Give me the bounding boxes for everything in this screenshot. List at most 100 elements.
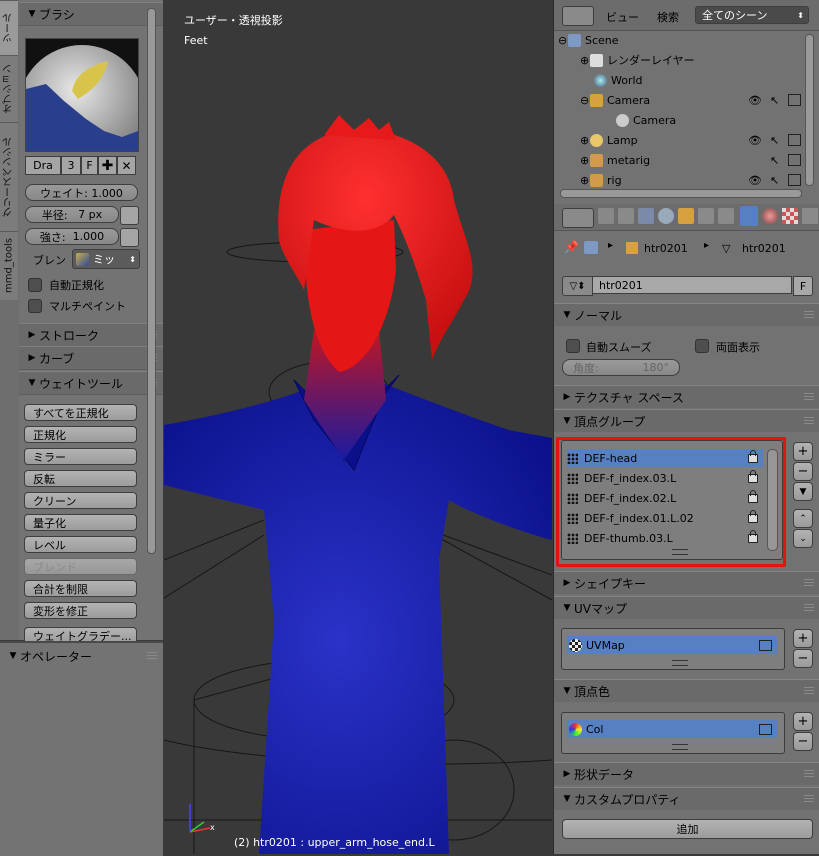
physics-tab-icon[interactable] bbox=[802, 208, 818, 224]
add-vertex-group-button[interactable]: + bbox=[793, 442, 813, 461]
section-normals-header[interactable]: ▼ ノーマル bbox=[554, 303, 819, 326]
fix-deforms-button[interactable]: 変形を修正 bbox=[24, 602, 137, 619]
list-resize-grip-icon[interactable] bbox=[672, 660, 688, 666]
invert-button[interactable]: 反転 bbox=[24, 470, 137, 487]
selectable-cursor-icon[interactable]: ↖ bbox=[770, 154, 779, 167]
section-vertex-groups-header[interactable]: ▼ 頂点グループ bbox=[554, 409, 819, 432]
normalize-all-button[interactable]: すべてを正規化 bbox=[24, 404, 137, 421]
section-geometry-data-header[interactable]: ▶ 形状データ bbox=[554, 762, 819, 785]
expand-icon[interactable]: ⊕ bbox=[580, 134, 590, 147]
object-tab-icon[interactable] bbox=[678, 208, 694, 224]
blend-mode-dropdown[interactable]: ミッ ⬍ bbox=[72, 249, 140, 269]
remove-uv-map-button[interactable]: − bbox=[793, 649, 813, 668]
visibility-eye-icon[interactable]: 👁 bbox=[748, 174, 762, 187]
vertex-color-item[interactable]: Col bbox=[567, 720, 777, 738]
renderable-camera-icon[interactable] bbox=[788, 154, 801, 166]
outliner-row-scene[interactable]: ⊖ Scene bbox=[558, 30, 808, 50]
render-tab-icon[interactable] bbox=[598, 208, 614, 224]
section-shape-keys-header[interactable]: ▶ シェイプキー bbox=[554, 571, 819, 594]
panel-curve-header[interactable]: ▶ カーブ bbox=[19, 346, 163, 370]
pressure-radius-icon[interactable] bbox=[120, 206, 139, 225]
panel-grip-icon[interactable] bbox=[804, 795, 814, 802]
collapse-icon[interactable]: ⊖ bbox=[558, 34, 568, 47]
remove-vertex-group-button[interactable]: − bbox=[793, 462, 813, 481]
brush-preview[interactable] bbox=[18, 38, 146, 173]
outliner-row-metarig[interactable]: ⊕ metarig bbox=[580, 150, 819, 170]
multipaint-checkbox[interactable] bbox=[28, 299, 42, 313]
add-property-button[interactable]: 追加 bbox=[562, 819, 813, 839]
panel-grip-icon[interactable] bbox=[804, 579, 814, 586]
section-custom-props-header[interactable]: ▼ カスタムプロパティ bbox=[554, 787, 819, 810]
renderable-camera-icon[interactable] bbox=[788, 174, 801, 186]
panel-stroke-header[interactable]: ▶ ストローク bbox=[19, 323, 163, 347]
expand-icon[interactable]: ⊕ bbox=[580, 174, 590, 187]
uv-map-item[interactable]: UVMap bbox=[567, 636, 777, 654]
scene-filter-dropdown[interactable]: 全てのシーン ⬍ bbox=[695, 6, 809, 24]
panel-operator-header[interactable]: ▼ オペレーター bbox=[0, 645, 163, 667]
quantize-button[interactable]: 量子化 bbox=[24, 514, 137, 531]
outliner-row-lamp[interactable]: ⊕ Lamp bbox=[580, 130, 819, 150]
panel-grip-icon[interactable] bbox=[804, 604, 814, 611]
view-menu[interactable]: ビュー bbox=[606, 9, 639, 25]
texture-tab-icon[interactable] bbox=[782, 208, 798, 224]
selectable-cursor-icon[interactable]: ↖ bbox=[770, 94, 779, 107]
tab-mmd-tools[interactable]: mmd_tools bbox=[0, 231, 18, 300]
strength-field[interactable]: 強さ: 1.000 bbox=[25, 228, 119, 245]
renderable-camera-icon[interactable] bbox=[788, 94, 801, 106]
add-uv-map-button[interactable]: + bbox=[793, 629, 813, 648]
modifiers-tab-icon[interactable] bbox=[718, 208, 734, 224]
scene-tab-icon[interactable] bbox=[638, 208, 654, 224]
double-sided-checkbox[interactable] bbox=[695, 339, 709, 353]
mesh-browse-icon[interactable]: ▽⬍ bbox=[562, 276, 593, 296]
outliner-row-render-layers[interactable]: ⊕ レンダーレイヤー bbox=[580, 50, 819, 70]
vertex-group-specials-button[interactable]: ▼ bbox=[793, 482, 813, 501]
tool-shelf-scrollbar[interactable] bbox=[147, 8, 156, 554]
unlink-brush-icon[interactable]: ✕ bbox=[117, 156, 136, 175]
outliner-hscrollbar[interactable] bbox=[560, 189, 802, 198]
panel-brush-header[interactable]: ▼ ブラシ bbox=[19, 2, 163, 26]
normalize-button[interactable]: 正規化 bbox=[24, 426, 137, 443]
selectable-cursor-icon[interactable]: ↖ bbox=[770, 174, 779, 187]
remove-vertex-color-button[interactable]: − bbox=[793, 732, 813, 751]
tab-tools[interactable]: ツール bbox=[0, 0, 18, 55]
weight-field[interactable]: ウェイト: 1.000 bbox=[25, 184, 138, 201]
mesh-data-tab-icon[interactable] bbox=[740, 206, 758, 226]
world-tab-icon[interactable] bbox=[658, 208, 674, 224]
material-tab-icon[interactable] bbox=[762, 208, 778, 224]
section-vertex-colors-header[interactable]: ▼ 頂点色 bbox=[554, 679, 819, 702]
tab-grease-pencil[interactable]: グリースペンシル bbox=[0, 122, 18, 231]
brush-name-field[interactable]: Dra bbox=[25, 156, 61, 175]
render-uv-camera-icon[interactable] bbox=[759, 639, 772, 651]
expand-icon[interactable]: ⊕ bbox=[580, 154, 590, 167]
outliner-row-rig[interactable]: ⊕ rig bbox=[580, 170, 819, 190]
3d-viewport[interactable]: ユーザー・透視投影 Feet (2) htr0201 : upper_arm_h… bbox=[164, 0, 552, 854]
renderable-camera-icon[interactable] bbox=[788, 134, 801, 146]
move-up-button[interactable]: ⌃ bbox=[793, 509, 813, 528]
visibility-eye-icon[interactable]: 👁 bbox=[748, 94, 762, 107]
levels-button[interactable]: レベル bbox=[24, 536, 137, 553]
expand-icon[interactable]: ⊕ bbox=[580, 54, 590, 67]
tab-options[interactable]: オプション bbox=[0, 55, 18, 122]
selectable-cursor-icon[interactable]: ↖ bbox=[770, 134, 779, 147]
panel-grip-icon[interactable] bbox=[804, 770, 814, 777]
add-brush-icon[interactable]: ✚ bbox=[98, 156, 117, 175]
panel-grip-icon[interactable] bbox=[147, 652, 157, 659]
mesh-name-field[interactable]: htr0201 bbox=[592, 276, 792, 294]
list-resize-grip-icon[interactable] bbox=[672, 744, 688, 750]
mesh-fake-user-toggle[interactable]: F bbox=[793, 276, 813, 296]
search-menu[interactable]: 検索 bbox=[657, 9, 679, 25]
pin-icon[interactable]: 📌 bbox=[564, 240, 579, 254]
add-vertex-color-button[interactable]: + bbox=[793, 712, 813, 731]
move-down-button[interactable]: ⌄ bbox=[793, 529, 813, 548]
mirror-button[interactable]: ミラー bbox=[24, 448, 137, 465]
pressure-strength-icon[interactable] bbox=[120, 228, 139, 247]
outliner-scrollbar[interactable] bbox=[805, 34, 814, 186]
constraints-tab-icon[interactable] bbox=[698, 208, 714, 224]
auto-normalize-checkbox[interactable] bbox=[28, 278, 42, 292]
vertex-colors-list[interactable]: Col bbox=[561, 712, 785, 754]
editor-type-icon[interactable] bbox=[562, 208, 594, 228]
outliner-row-camera[interactable]: ⊖ Camera bbox=[580, 90, 819, 110]
clean-button[interactable]: クリーン bbox=[24, 492, 137, 509]
panel-grip-icon[interactable] bbox=[804, 393, 814, 400]
panel-grip-icon[interactable] bbox=[804, 417, 814, 424]
